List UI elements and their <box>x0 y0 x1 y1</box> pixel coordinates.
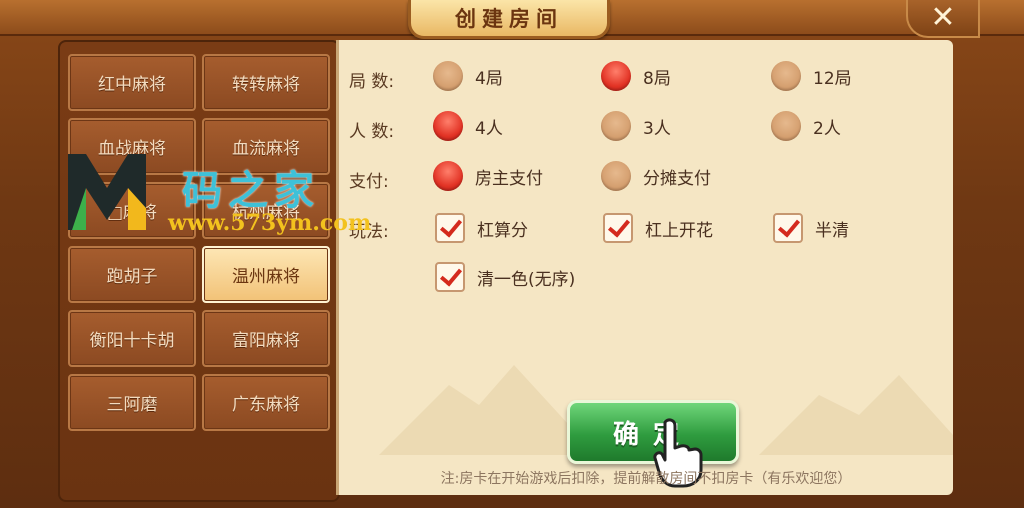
close-icon: ✕ <box>930 0 956 35</box>
rounds-option-8[interactable]: 8局 <box>601 61 671 91</box>
rounds-option-12[interactable]: 12局 <box>771 61 852 91</box>
payment-option-owner[interactable]: 房主支付 <box>433 161 543 191</box>
rounds-option-4[interactable]: 4局 <box>433 61 503 91</box>
room-card-note: 注:房卡在开始游戏后扣除，提前解散房间不扣房卡（有乐欢迎您） <box>440 471 852 487</box>
title-plate: 创建房间 <box>408 0 610 39</box>
radio-selected-icon <box>433 161 463 191</box>
checkbox-checked-icon <box>773 213 803 243</box>
game-item-hongzhong[interactable]: 红中麻将 <box>68 54 196 111</box>
radio-selected-icon <box>433 111 463 141</box>
rule-half-clear[interactable]: 半清 <box>773 213 849 243</box>
settings-panel: 局 数: 4局 8局 12局 人 数: 4人 3人 2人 支付: 房主支付 分摊… <box>336 40 953 495</box>
checkbox-checked-icon <box>603 213 633 243</box>
game-item-hangzhou[interactable]: 杭州麻将 <box>202 182 330 239</box>
game-item-hidden[interactable]: □麻将 <box>68 182 196 239</box>
payment-option-split[interactable]: 分摊支付 <box>601 161 711 191</box>
game-window: 创建房间 ✕ 红中麻将 转转麻将 血战麻将 血流麻将 □麻将 杭州麻将 跑胡子 … <box>0 0 1024 508</box>
game-item-hengyang[interactable]: 衡阳十卡胡 <box>68 310 196 367</box>
radio-selected-icon <box>601 61 631 91</box>
game-list: 红中麻将 转转麻将 血战麻将 血流麻将 □麻将 杭州麻将 跑胡子 温州麻将 衡阳… <box>58 40 340 502</box>
players-option-2[interactable]: 2人 <box>771 111 841 141</box>
players-option-4[interactable]: 4人 <box>433 111 503 141</box>
game-item-guangdong[interactable]: 广东麻将 <box>202 374 330 431</box>
radio-icon <box>771 111 801 141</box>
rules-label: 玩法: <box>349 222 389 242</box>
rounds-label: 局 数: <box>349 72 395 92</box>
rule-gang-scoring[interactable]: 杠算分 <box>435 213 528 243</box>
radio-icon <box>601 111 631 141</box>
checkbox-checked-icon <box>435 213 465 243</box>
game-item-xuezhan[interactable]: 血战麻将 <box>68 118 196 175</box>
page-title: 创建房间 <box>455 6 563 31</box>
checkbox-checked-icon <box>435 262 465 292</box>
rule-gang-flower[interactable]: 杠上开花 <box>603 213 713 243</box>
payment-label: 支付: <box>349 172 389 192</box>
radio-icon <box>433 61 463 91</box>
radio-icon <box>771 61 801 91</box>
game-item-sanamo[interactable]: 三阿磨 <box>68 374 196 431</box>
game-item-wenzhou[interactable]: 温州麻将 <box>202 246 330 303</box>
game-item-paohuzi[interactable]: 跑胡子 <box>68 246 196 303</box>
game-item-fuyang[interactable]: 富阳麻将 <box>202 310 330 367</box>
radio-icon <box>601 161 631 191</box>
players-option-3[interactable]: 3人 <box>601 111 671 141</box>
players-label: 人 数: <box>349 122 395 142</box>
game-item-xueliu[interactable]: 血流麻将 <box>202 118 330 175</box>
close-button[interactable]: ✕ <box>906 0 980 38</box>
rule-pure-suit[interactable]: 清一色(无序) <box>435 262 575 292</box>
game-item-zhuanzhuan[interactable]: 转转麻将 <box>202 54 330 111</box>
